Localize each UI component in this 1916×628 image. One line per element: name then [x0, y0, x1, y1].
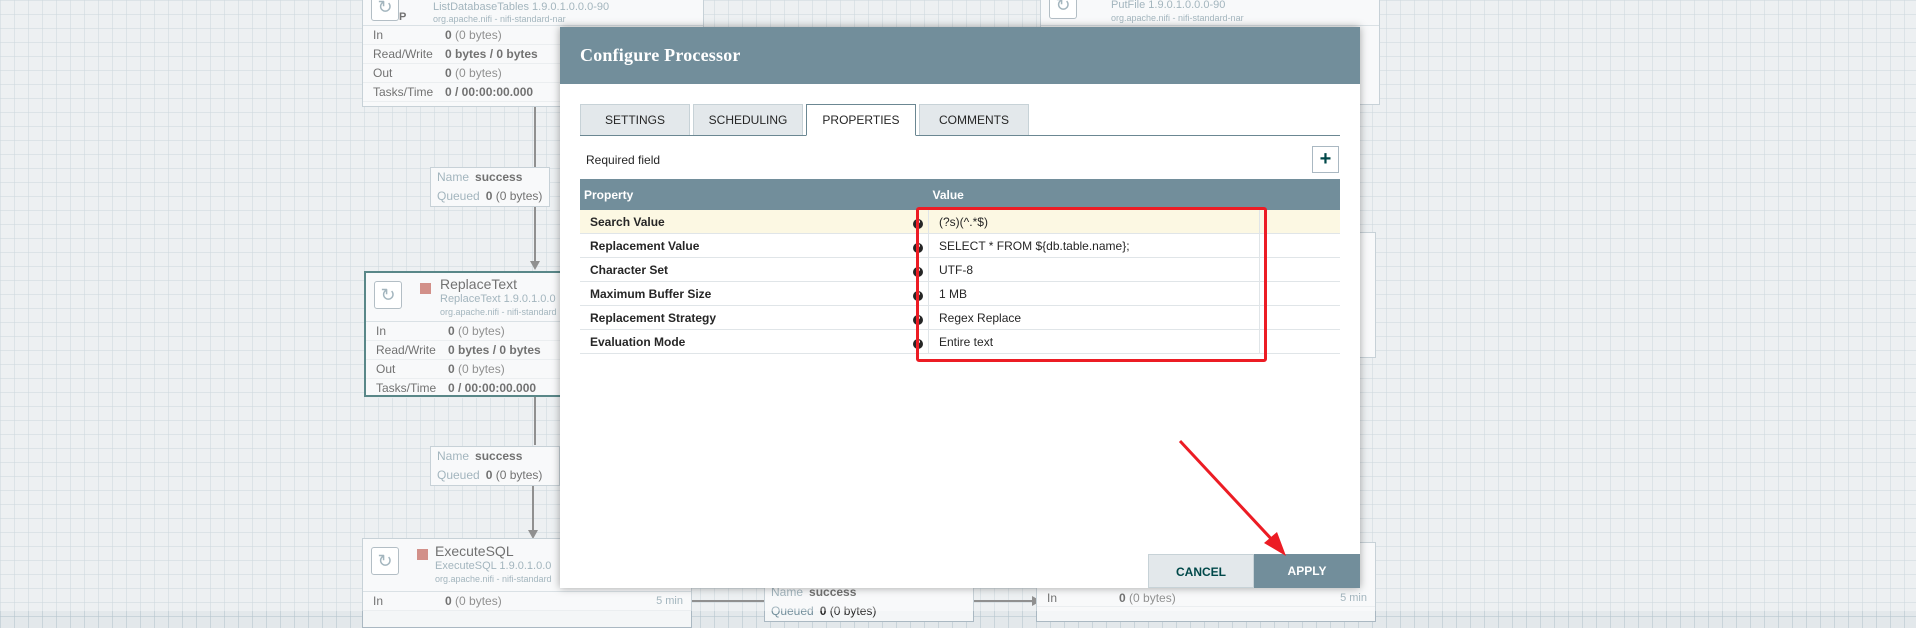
dialog-header: Configure Processor — [560, 27, 1360, 84]
property-column-header[interactable]: Property — [580, 179, 929, 210]
property-actions — [1259, 210, 1340, 234]
property-value[interactable]: SELECT * FROM ${db.table.name}; — [928, 233, 1260, 258]
tab-bar: SETTINGS SCHEDULING PROPERTIES COMMENTS — [580, 104, 1340, 136]
dialog-title: Configure Processor — [580, 45, 741, 65]
tab-comments[interactable]: COMMENTS — [919, 104, 1029, 135]
table-row[interactable]: Replacement Value ? SELECT * FROM ${db.t… — [580, 233, 1340, 258]
property-actions — [1259, 329, 1340, 354]
value-column-header[interactable]: Value — [928, 179, 1340, 210]
property-name: Character Set — [580, 257, 908, 282]
property-name: Search Value — [580, 210, 908, 234]
tab-properties[interactable]: PROPERTIES — [806, 104, 916, 136]
table-row[interactable]: Search Value ? (?s)(^.*$) — [580, 210, 1340, 234]
apply-button[interactable]: APPLY — [1254, 554, 1360, 588]
tab-settings[interactable]: SETTINGS — [580, 104, 690, 135]
tab-scheduling[interactable]: SCHEDULING — [693, 104, 803, 135]
question-circle-icon[interactable]: ? — [913, 338, 923, 349]
property-value[interactable]: UTF-8 — [928, 257, 1260, 282]
configure-processor-dialog: Configure Processor SETTINGS SCHEDULING … — [560, 27, 1360, 588]
question-circle-icon[interactable]: ? — [913, 266, 923, 277]
property-name: Replacement Value — [580, 233, 908, 258]
property-actions — [1259, 257, 1340, 282]
question-circle-icon[interactable]: ? — [913, 218, 923, 229]
property-name: Replacement Strategy — [580, 305, 908, 330]
cancel-button[interactable]: CANCEL — [1148, 554, 1254, 588]
property-value[interactable]: Entire text — [928, 329, 1260, 354]
property-actions — [1259, 305, 1340, 330]
property-actions — [1259, 281, 1340, 306]
property-value[interactable]: (?s)(^.*$) — [928, 210, 1260, 234]
plus-icon: + — [1319, 148, 1332, 170]
property-value[interactable]: 1 MB — [928, 281, 1260, 306]
property-name: Evaluation Mode — [580, 329, 908, 354]
table-row[interactable]: Maximum Buffer Size ? 1 MB — [580, 281, 1340, 306]
property-value[interactable]: Regex Replace — [928, 305, 1260, 330]
properties-table: Property Value Search Value ? (?s)(^.*$)… — [580, 179, 1340, 354]
property-name: Maximum Buffer Size — [580, 281, 908, 306]
required-field-label: Required field — [586, 153, 661, 167]
question-circle-icon[interactable]: ? — [913, 242, 923, 253]
table-header-row: Property Value — [580, 179, 1340, 210]
add-property-button[interactable]: + — [1312, 146, 1339, 173]
table-row[interactable]: Character Set ? UTF-8 — [580, 257, 1340, 282]
question-circle-icon[interactable]: ? — [913, 290, 923, 301]
property-actions — [1259, 233, 1340, 258]
table-row[interactable]: Evaluation Mode ? Entire text — [580, 329, 1340, 354]
question-circle-icon[interactable]: ? — [913, 314, 923, 325]
table-row[interactable]: Replacement Strategy ? Regex Replace — [580, 305, 1340, 330]
